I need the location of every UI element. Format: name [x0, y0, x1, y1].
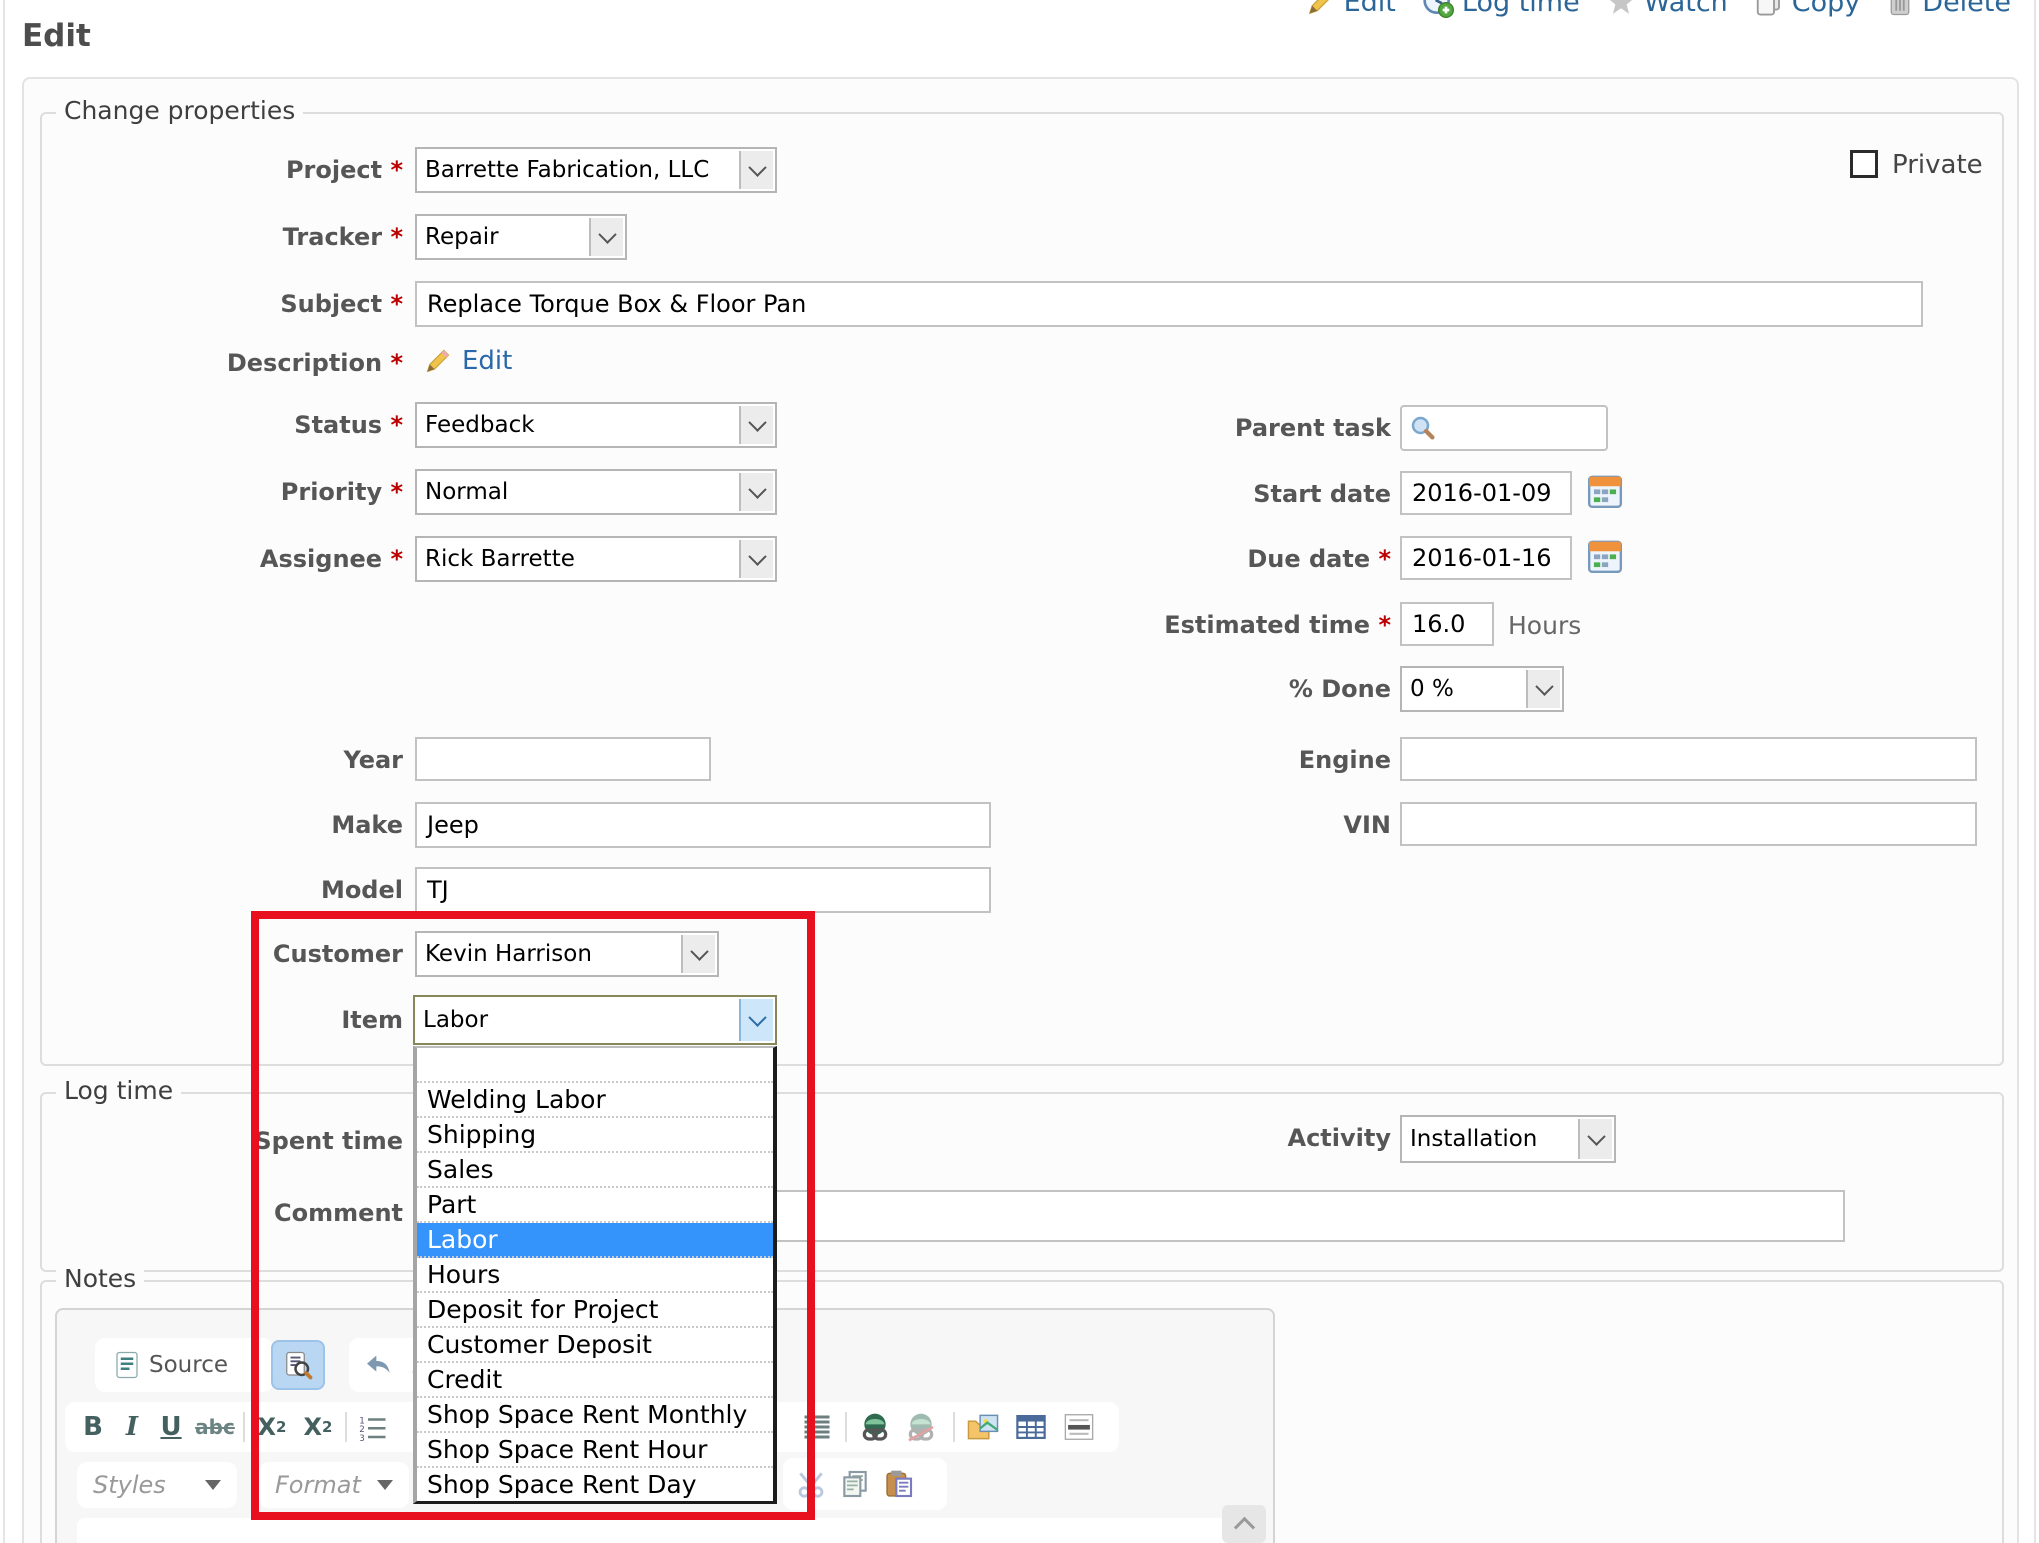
watch-link-label[interactable]: Watch [1644, 0, 1728, 18]
change-properties-legend: Change properties [56, 96, 303, 125]
trash-icon [1886, 0, 1914, 17]
model-label: Model [60, 876, 403, 904]
assignee-select[interactable]: Rick Barrette [415, 536, 777, 582]
link-icon[interactable] [853, 1405, 897, 1449]
issue-edit-page: Edit Log time Watch Copy Delete Edit Cha… [0, 0, 2039, 1543]
edit-link-label[interactable]: Edit [1344, 0, 1396, 18]
chevron-down-icon[interactable] [589, 218, 623, 256]
image-icon[interactable] [961, 1405, 1005, 1449]
status-label: Status * [60, 411, 403, 439]
unlink-icon[interactable] [899, 1405, 943, 1449]
percent-done-select[interactable]: 0 % [1400, 666, 1564, 712]
chevron-down-icon[interactable] [739, 151, 773, 189]
start-date-label: Start date [1050, 480, 1391, 508]
log-time-legend: Log time [56, 1076, 181, 1105]
star-icon [1606, 0, 1636, 17]
description-edit-link[interactable]: Edit [462, 346, 512, 376]
make-label: Make [60, 811, 403, 839]
page-left-border [3, 0, 5, 1543]
chevron-down-icon[interactable] [1526, 670, 1560, 708]
calendar-icon[interactable] [1586, 537, 1624, 575]
year-label: Year [60, 746, 403, 774]
underline-button[interactable]: U [151, 1405, 191, 1449]
chevron-down-icon[interactable] [739, 540, 773, 578]
toolbar-group-source: Source [95, 1338, 273, 1392]
engine-input[interactable] [1400, 737, 1977, 781]
start-date-input[interactable]: 2016-01-09 [1400, 471, 1572, 515]
calendar-icon[interactable] [1586, 472, 1624, 510]
estimated-time-label: Estimated time * [1050, 611, 1391, 639]
copy-icon[interactable] [833, 1462, 877, 1506]
delete-link[interactable]: Delete [1886, 0, 2011, 18]
italic-button[interactable]: I [113, 1405, 151, 1449]
copy-icon [1754, 0, 1784, 17]
copy-link[interactable]: Copy [1754, 0, 1861, 18]
page-title: Edit [22, 18, 91, 54]
due-date-label: Due date * [1050, 545, 1391, 573]
strikethrough-button[interactable]: abc [191, 1405, 239, 1449]
notes-legend: Notes [56, 1264, 144, 1293]
source-document-icon [105, 1343, 149, 1387]
private-label: Private [1892, 150, 1983, 180]
subject-input[interactable]: Replace Torque Box & Floor Pan [415, 281, 1923, 327]
watch-link[interactable]: Watch [1606, 0, 1728, 18]
activity-label: Activity [1050, 1124, 1391, 1152]
pencil-icon [424, 347, 452, 375]
edit-link[interactable]: Edit [1306, 0, 1396, 18]
assignee-label: Assignee * [60, 545, 403, 573]
parent-task-label: Parent task [1050, 414, 1391, 442]
vin-label: VIN [1050, 811, 1391, 839]
log-time-link-label[interactable]: Log time [1462, 0, 1580, 18]
horizontal-rule-icon[interactable] [1057, 1405, 1101, 1449]
description-edit[interactable]: Edit [424, 346, 512, 376]
priority-label: Priority * [60, 478, 403, 506]
pencil-icon [1306, 0, 1336, 17]
status-select[interactable]: Feedback [415, 402, 777, 448]
annotation-rectangle [251, 911, 815, 1520]
chevron-down-icon[interactable] [1578, 1119, 1612, 1159]
tracker-select[interactable]: Repair [415, 214, 627, 260]
due-date-input[interactable]: 2016-01-16 [1400, 536, 1572, 580]
search-icon [1408, 413, 1438, 443]
model-input[interactable]: TJ [415, 867, 991, 913]
vin-input[interactable] [1400, 802, 1977, 846]
table-icon[interactable] [1009, 1405, 1053, 1449]
tracker-label: Tracker * [60, 223, 403, 251]
subject-label: Subject * [60, 290, 403, 318]
delete-link-label[interactable]: Delete [1922, 0, 2011, 18]
parent-task-input[interactable] [1400, 405, 1608, 451]
project-label: Project * [60, 156, 403, 184]
chevron-down-icon [205, 1480, 221, 1490]
activity-select[interactable]: Installation [1400, 1115, 1616, 1163]
estimated-time-input[interactable]: 16.0 [1400, 602, 1494, 646]
engine-label: Engine [1050, 746, 1391, 774]
description-label: Description * [60, 349, 403, 377]
bold-button[interactable]: B [73, 1405, 113, 1449]
context-toolbar: Edit Log time Watch Copy Delete [1290, 0, 2011, 18]
chevron-down-icon[interactable] [739, 473, 773, 511]
notes-content-area[interactable] [77, 1518, 1257, 1543]
styles-dropdown-label: Styles [93, 1471, 166, 1499]
chevron-up-icon [1233, 1516, 1254, 1537]
copy-link-label[interactable]: Copy [1792, 0, 1861, 18]
source-button[interactable]: Source [149, 1352, 240, 1378]
page-right-border [2034, 0, 2036, 1543]
log-time-link[interactable]: Log time [1422, 0, 1580, 18]
priority-select[interactable]: Normal [415, 469, 777, 515]
project-select[interactable]: Barrette Fabrication, LLC [415, 147, 777, 193]
private-checkbox[interactable] [1850, 150, 1878, 178]
collapse-toolbar-button[interactable] [1222, 1505, 1266, 1543]
styles-dropdown[interactable]: Styles [77, 1462, 237, 1508]
percent-done-label: % Done [1050, 675, 1391, 703]
paste-icon[interactable] [877, 1462, 921, 1506]
estimated-time-unit: Hours [1508, 611, 1581, 640]
clock-plus-icon [1422, 0, 1454, 18]
year-input[interactable] [415, 737, 711, 781]
make-input[interactable]: Jeep [415, 802, 991, 848]
chevron-down-icon[interactable] [739, 406, 773, 444]
